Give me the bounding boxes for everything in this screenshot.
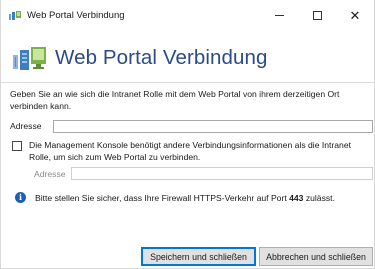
firewall-port: 443 <box>289 193 304 203</box>
maximize-icon <box>312 10 322 20</box>
alt-connection-checkbox[interactable] <box>12 141 22 151</box>
description-text: Geben Sie an wie sich die Intranet Rolle… <box>10 89 340 111</box>
info-icon: i <box>15 192 26 203</box>
close-button[interactable]: ✕ <box>336 0 374 30</box>
cancel-and-close-button[interactable]: Abbrechen und schließen <box>259 247 373 266</box>
address-input[interactable] <box>53 120 373 133</box>
alt-address-input[interactable] <box>71 167 373 180</box>
alt-connection-label[interactable]: Die Management Konsole benötigt andere V… <box>29 139 369 163</box>
window-controls: ✕ <box>260 0 374 30</box>
dialog-window: Web Portal Verbindung ✕ Web Portal Verbi… <box>0 0 375 269</box>
web-portal-icon <box>13 45 47 71</box>
minimize-icon <box>274 14 284 16</box>
firewall-info-suffix: zulässt. <box>303 193 335 203</box>
title-bar[interactable]: Web Portal Verbindung ✕ <box>1 0 374 30</box>
app-icon <box>9 10 21 20</box>
close-icon: ✕ <box>349 7 361 23</box>
address-label: Adresse <box>10 121 42 131</box>
alt-address-label: Adresse <box>34 169 66 179</box>
dialog-header: Web Portal Verbindung <box>1 32 374 84</box>
save-and-close-button[interactable]: Speichern und schließen <box>141 247 256 266</box>
minimize-button[interactable] <box>260 0 298 30</box>
firewall-info-prefix: Bitte stellen Sie sicher, dass Ihre Fire… <box>35 193 290 203</box>
header-separator <box>1 82 374 83</box>
firewall-info-text: Bitte stellen Sie sicher, dass Ihre Fire… <box>35 193 335 203</box>
dialog-heading: Web Portal Verbindung <box>55 46 268 69</box>
window-title: Web Portal Verbindung <box>27 9 125 21</box>
maximize-button[interactable] <box>298 0 336 30</box>
